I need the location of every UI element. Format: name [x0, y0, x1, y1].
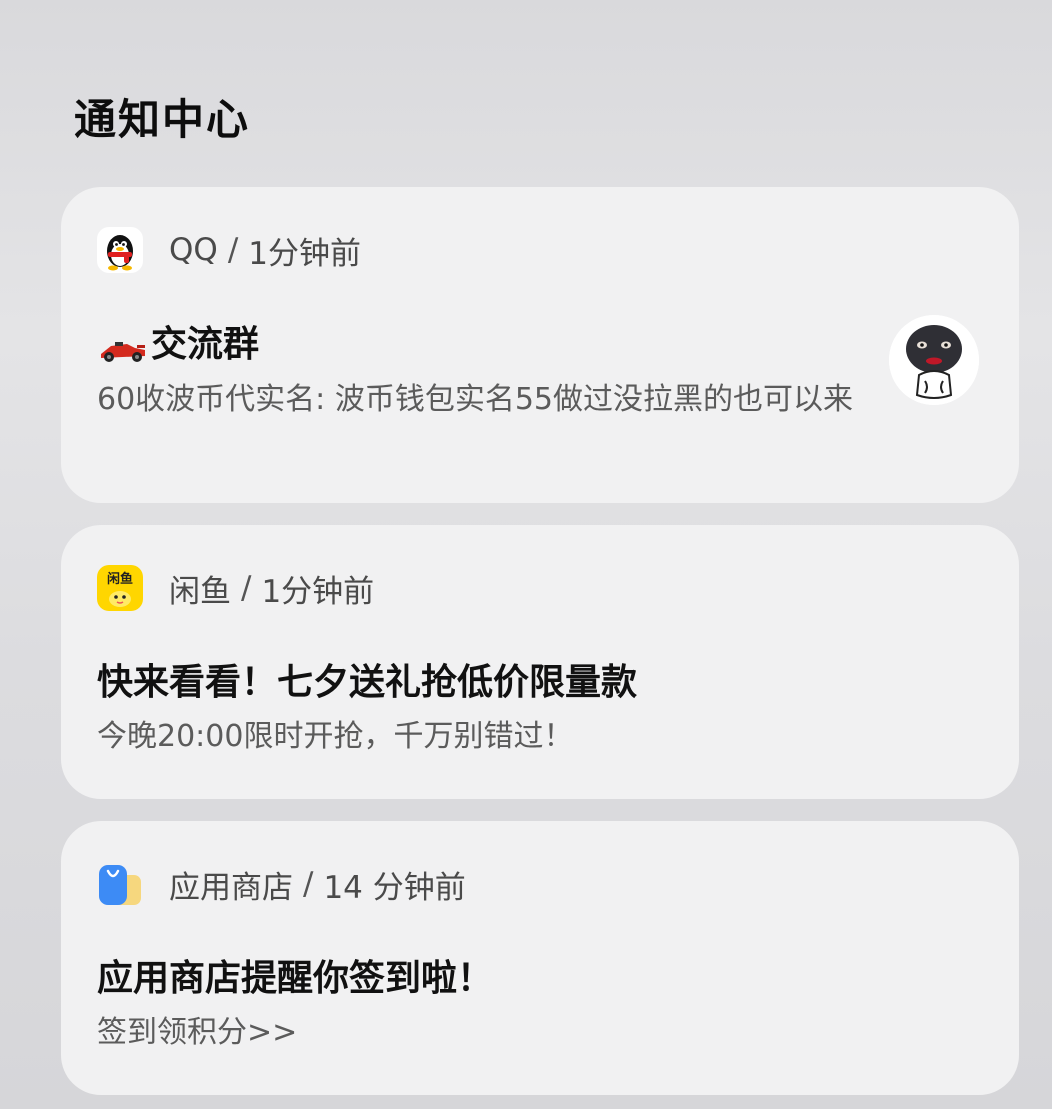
- xianyu-icon: 闲鱼: [97, 565, 143, 611]
- notification-title: 交流群: [97, 322, 259, 368]
- meta-separator: /: [241, 570, 252, 606]
- notification-header: 应用商店 / 14 分钟前: [97, 861, 466, 907]
- notification-title: 快来看看！七夕送礼抢低价限量款: [97, 662, 638, 703]
- notification-card-app-store[interactable]: 应用商店 / 14 分钟前 应用商店提醒你签到啦！ 签到领积分>>: [61, 821, 1019, 1095]
- notification-time: 14 分钟前: [323, 869, 466, 906]
- notification-body: 60收波币代实名: 波币钱包实名55做过没拉黑的也可以来: [97, 382, 853, 417]
- notification-title-text: 交流群: [151, 324, 260, 365]
- app-name: 应用商店: [169, 869, 293, 906]
- notification-title: 应用商店提醒你签到啦！: [97, 958, 494, 999]
- notification-card-xianyu[interactable]: 闲鱼 闲鱼 / 1分钟前 快来看看！七夕送礼抢低价限量款 今晚20:00限时开抢…: [61, 525, 1019, 799]
- notification-card-qq[interactable]: QQ / 1分钟前 交流群 60收波币代实名: 波币钱包实名55做过没拉黑的也可…: [61, 187, 1019, 503]
- notification-time: 1分钟前: [261, 573, 375, 610]
- notification-header: QQ / 1分钟前: [97, 227, 361, 273]
- race-car-icon: [97, 330, 149, 362]
- notification-body: 今晚20:00限时开抢，千万别错过！: [97, 719, 574, 754]
- app-name: 闲鱼: [169, 573, 231, 610]
- app-store-bag-icon: [97, 861, 143, 907]
- meta-separator: /: [227, 232, 239, 268]
- notification-header: 闲鱼 闲鱼 / 1分钟前: [97, 565, 374, 611]
- meta-separator: /: [303, 866, 314, 902]
- sticker-avatar: [889, 315, 979, 405]
- notification-body[interactable]: 签到领积分>>: [97, 1013, 297, 1053]
- app-name: QQ: [169, 232, 218, 268]
- page-title: 通知中心: [74, 95, 251, 144]
- notification-time: 1分钟前: [248, 235, 361, 272]
- xianyu-icon-label: 闲鱼: [107, 571, 133, 587]
- qq-penguin-icon: [97, 227, 143, 273]
